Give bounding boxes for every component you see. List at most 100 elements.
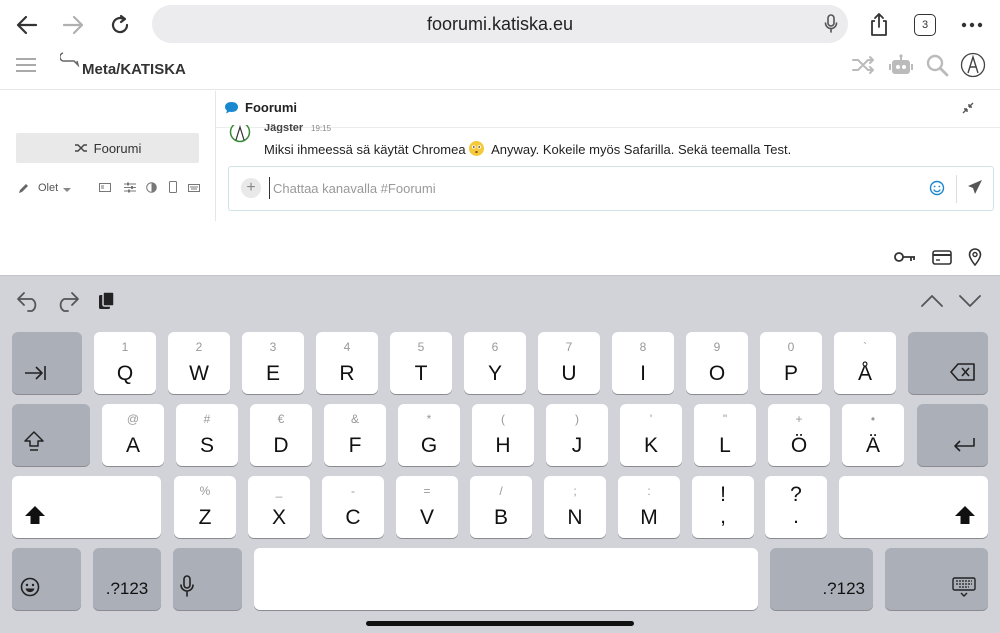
- key-label: V: [419, 506, 434, 529]
- message-avatar[interactable]: [229, 125, 251, 145]
- location-pin-icon[interactable]: [963, 246, 987, 268]
- key-t[interactable]: 5T: [390, 332, 452, 394]
- shift-icon: [24, 505, 46, 530]
- key-y[interactable]: 6Y: [464, 332, 526, 394]
- key-g[interactable]: * G: [398, 404, 460, 466]
- add-attachment-button[interactable]: +: [241, 178, 261, 198]
- key-n[interactable]: ; N: [544, 476, 606, 538]
- key-x[interactable]: _ X: [248, 476, 310, 538]
- key-hint: 1: [121, 340, 129, 354]
- redo-icon[interactable]: [52, 288, 82, 314]
- sliders-icon[interactable]: [124, 182, 136, 196]
- key-question-period[interactable]: ?.: [765, 476, 827, 538]
- key-j[interactable]: ) J: [546, 404, 608, 466]
- key-l[interactable]: " L: [694, 404, 756, 466]
- shuffle-icon[interactable]: [851, 52, 877, 78]
- home-indicator[interactable]: [366, 621, 634, 626]
- robot-icon[interactable]: [888, 52, 914, 78]
- sidebar-toolbar: Olet: [18, 181, 208, 197]
- shift-left-key[interactable]: [12, 476, 161, 538]
- tab-key[interactable]: [12, 332, 82, 394]
- key-ö[interactable]: + Ö: [768, 404, 830, 466]
- back-icon[interactable]: [12, 10, 42, 40]
- key-o[interactable]: 9O: [686, 332, 748, 394]
- key-hint: ': [649, 412, 653, 426]
- send-icon[interactable]: [967, 179, 983, 200]
- share-icon[interactable]: [864, 10, 894, 40]
- key-z[interactable]: % Z: [174, 476, 236, 538]
- key-label: P: [783, 362, 798, 385]
- key-d[interactable]: € D: [250, 404, 312, 466]
- message-username[interactable]: Jägster: [264, 124, 303, 133]
- more-icon[interactable]: [957, 10, 987, 40]
- chevron-up-icon[interactable]: [917, 288, 947, 314]
- key-f[interactable]: & F: [324, 404, 386, 466]
- url-bar[interactable]: foorumi.katiska.eu: [152, 5, 848, 43]
- status-label[interactable]: Olet: [38, 182, 58, 194]
- forward-icon[interactable]: [58, 10, 88, 40]
- key-label: Ö: [790, 434, 808, 457]
- chevron-down-icon[interactable]: [63, 184, 71, 196]
- key-c[interactable]: -C: [322, 476, 384, 538]
- key-label: G: [420, 434, 438, 457]
- caps-lock-key[interactable]: [12, 404, 90, 466]
- key-i[interactable]: 8I: [612, 332, 674, 394]
- paste-icon[interactable]: [91, 288, 121, 314]
- space-key[interactable]: [254, 548, 758, 610]
- key-a[interactable]: @ A: [102, 404, 164, 466]
- emoji-picker-icon[interactable]: [929, 180, 945, 201]
- return-key[interactable]: [917, 404, 988, 466]
- tabs-button[interactable]: 3: [910, 10, 940, 40]
- key-bottom: .: [793, 505, 799, 528]
- avatar[interactable]: [960, 52, 986, 78]
- key-h[interactable]: (H: [472, 404, 534, 466]
- key-e[interactable]: 3E: [242, 332, 304, 394]
- key-label: Y: [487, 362, 502, 385]
- numbers-left-key[interactable]: .?123: [93, 548, 161, 610]
- key-p[interactable]: 0P: [760, 332, 822, 394]
- keyboard-icon[interactable]: [188, 183, 200, 195]
- foorumi-button[interactable]: Foorumi: [16, 133, 199, 163]
- chat-channel-header[interactable]: Foorumi: [224, 100, 297, 115]
- key-å[interactable]: ` Å: [834, 332, 896, 394]
- undo-icon[interactable]: [14, 288, 44, 314]
- reload-icon[interactable]: [105, 10, 135, 40]
- return-icon: [952, 437, 976, 458]
- key-ä[interactable]: • Ä: [842, 404, 904, 466]
- hamburger-menu-icon[interactable]: [13, 52, 39, 78]
- autofill-bar: [0, 240, 1000, 275]
- key-k[interactable]: ' K: [620, 404, 682, 466]
- numbers-right-key[interactable]: .?123: [770, 548, 873, 610]
- card-icon[interactable]: [99, 183, 111, 195]
- shift-right-key[interactable]: [839, 476, 988, 538]
- chat-channel-title: Foorumi: [245, 100, 297, 115]
- key-hint: =: [423, 484, 431, 498]
- minimize-icon[interactable]: [962, 101, 974, 119]
- key-b[interactable]: / B: [470, 476, 532, 538]
- hide-keyboard-key[interactable]: [885, 548, 988, 610]
- chevron-down-icon[interactable]: [955, 288, 985, 314]
- key-top: ?: [790, 483, 802, 506]
- pencil-icon: [18, 182, 30, 197]
- search-icon[interactable]: [924, 52, 950, 78]
- mobile-icon[interactable]: [169, 181, 177, 196]
- contrast-icon[interactable]: [146, 182, 157, 196]
- key-u[interactable]: 7U: [538, 332, 600, 394]
- key-hint: 8: [639, 340, 647, 354]
- key-s[interactable]: # S: [176, 404, 238, 466]
- key-hint: (: [501, 412, 505, 426]
- key-exclamation-comma[interactable]: !,: [692, 476, 754, 538]
- key-w[interactable]: 2W: [168, 332, 230, 394]
- credit-card-icon[interactable]: [930, 246, 954, 268]
- key-m[interactable]: :M: [618, 476, 680, 538]
- key-r[interactable]: 4R: [316, 332, 378, 394]
- key-v[interactable]: = V: [396, 476, 458, 538]
- microphone-icon[interactable]: [824, 14, 838, 39]
- key-q[interactable]: 1Q: [94, 332, 156, 394]
- chat-input[interactable]: [269, 177, 869, 199]
- emoji-key[interactable]: [12, 548, 81, 610]
- site-title[interactable]: Meta/KATISKA: [82, 61, 186, 78]
- dictation-key[interactable]: [173, 548, 242, 610]
- backspace-key[interactable]: [908, 332, 988, 394]
- key-icon[interactable]: [893, 246, 917, 268]
